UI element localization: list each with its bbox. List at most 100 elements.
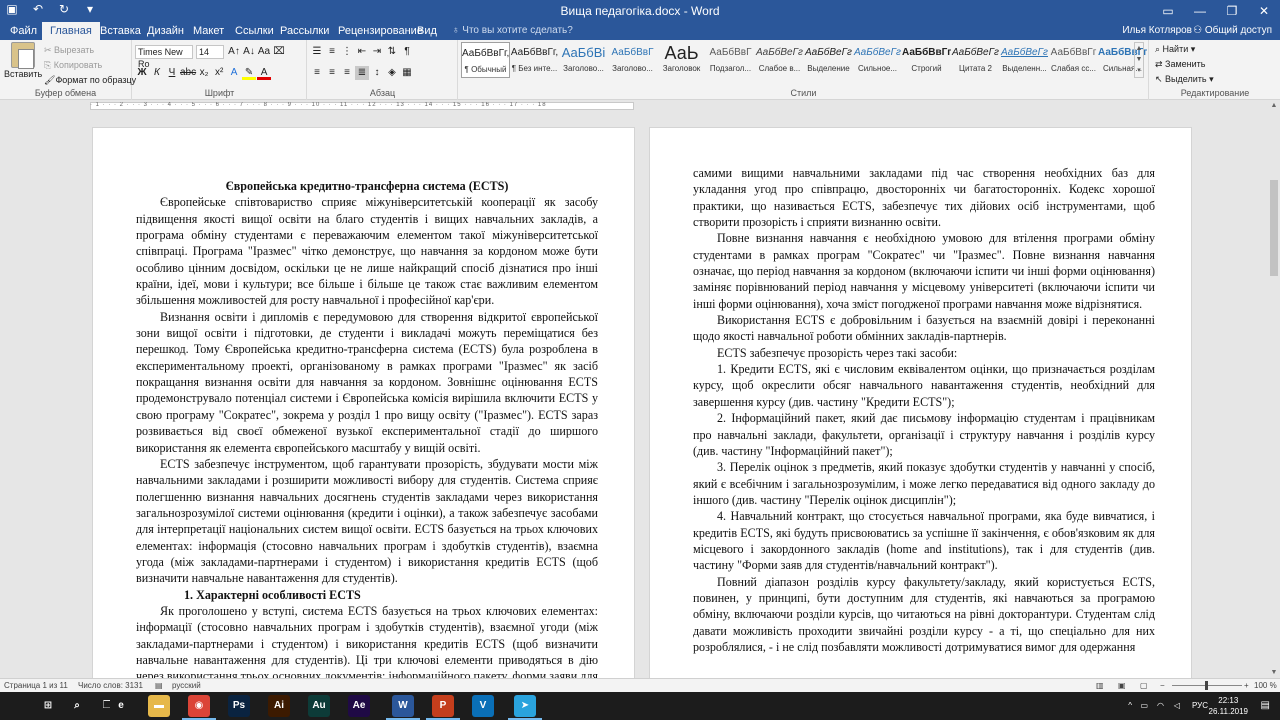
font-name-box[interactable]: Times New Ro [135, 45, 193, 69]
notifications-icon[interactable]: ▤ [1261, 700, 1270, 711]
style-intense-quote[interactable]: АаБбВеГг Выделенн... [1000, 42, 1049, 78]
strikethrough-button[interactable]: abc [180, 66, 196, 80]
change-case-icon[interactable]: Aa [257, 45, 271, 59]
telegram-icon[interactable]: ➤ [514, 695, 536, 717]
user-name[interactable]: Илья Котляров [1122, 25, 1192, 36]
tab-home[interactable]: Главная [42, 22, 100, 40]
copy-button[interactable]: ⎘ Копировать [44, 58, 136, 73]
tab-review[interactable]: Рецензирование [338, 25, 423, 37]
paste-button[interactable]: Вставить [4, 42, 42, 79]
chevron-up-icon[interactable]: ^ [1128, 701, 1132, 710]
zoom-slider-thumb[interactable] [1205, 681, 1208, 690]
grow-font-icon[interactable]: A↑ [227, 45, 241, 59]
edge-icon[interactable]: e [110, 695, 132, 717]
italic-button[interactable]: К [150, 66, 164, 80]
tell-me-box[interactable]: ♁ Что вы хотите сделать? [452, 25, 573, 36]
align-right-icon[interactable]: ≡ [340, 66, 354, 80]
subscript-button[interactable]: x₂ [197, 66, 211, 80]
shading-icon[interactable]: ◈ [385, 66, 399, 80]
restore-icon[interactable]: ❐ [1216, 0, 1248, 22]
word-count[interactable]: Число слов: 3131 [78, 681, 143, 690]
photoshop-icon[interactable]: Ps [228, 695, 250, 717]
underline-button[interactable]: Ч [165, 66, 179, 80]
input-language[interactable]: РУС [1192, 701, 1208, 710]
search-icon[interactable]: ⌕ [66, 695, 88, 717]
clock[interactable]: 22:13 26.11.2019 [1209, 695, 1248, 717]
ribbon-options-icon[interactable]: ▭ [1152, 0, 1184, 22]
style-quote-2[interactable]: АаБбВеГг Цитата 2 [951, 42, 1000, 78]
shrink-font-icon[interactable]: A↓ [242, 45, 256, 59]
share-button[interactable]: ⚇ Общий доступ [1193, 25, 1272, 36]
bullets-icon[interactable]: ☰ [310, 45, 324, 59]
find-button[interactable]: ⌕ Найти ▾ [1155, 42, 1214, 57]
font-size-box[interactable]: 14 [196, 45, 224, 59]
borders-icon[interactable]: ▦ [400, 66, 414, 80]
format-painter-button[interactable]: 🖌Формат по образцу [44, 73, 136, 88]
chevron-up-icon[interactable]: ▲ [1135, 43, 1143, 54]
chrome-icon[interactable]: ◉ [188, 695, 210, 717]
superscript-button[interactable]: x² [212, 66, 226, 80]
tab-design[interactable]: Дизайн [147, 25, 184, 37]
style-intense-emphasis[interactable]: АаБбВеГг Сильное... [853, 42, 902, 78]
file-explorer-icon[interactable]: ▬ [148, 695, 170, 717]
horizontal-ruler[interactable]: · 1 · · · 2 · · · 3 · · · 4 · · · 5 · · … [0, 100, 1280, 112]
tab-insert[interactable]: Вставка [100, 25, 141, 37]
style-subtle-reference[interactable]: АаБбВвГг Слабая сс... [1049, 42, 1098, 78]
style-strong[interactable]: АаБбВвГг, Строгий [902, 42, 951, 78]
style-normal[interactable]: АаБбВвГг, ¶ Обычный [461, 42, 510, 78]
scroll-down-icon[interactable]: ▼ [1268, 669, 1280, 676]
style-heading-1[interactable]: АаБбВі Заголово... [559, 42, 608, 78]
style-no-spacing[interactable]: АаБбВвГг, ¶ Без инте... [510, 42, 559, 78]
zoom-level[interactable]: 100 % [1254, 681, 1277, 690]
style-subtitle[interactable]: АаБбВвГ Подзагол... [706, 42, 755, 78]
minimize-icon[interactable]: — [1184, 0, 1216, 22]
audition-icon[interactable]: Au [308, 695, 330, 717]
document-area[interactable]: Європейська кредитно-трансферна система … [0, 112, 1268, 678]
tab-layout[interactable]: Макет [193, 25, 224, 37]
close-icon[interactable]: ✕ [1248, 0, 1280, 22]
scroll-up-icon[interactable]: ▲ [1268, 102, 1280, 109]
style-subtle-emphasis[interactable]: АаБбВеГг Слабое в... [755, 42, 804, 78]
increase-indent-icon[interactable]: ⇥ [370, 45, 384, 59]
styles-scroll[interactable]: ▲ ▼ ▾ [1134, 42, 1144, 78]
vertical-scrollbar[interactable]: ▲ ▼ [1268, 100, 1280, 678]
highlight-icon[interactable]: ✎ [242, 66, 257, 80]
print-layout-icon[interactable]: ▣ [1118, 681, 1126, 690]
cut-button[interactable]: ✂ Вырезать [44, 43, 136, 58]
read-mode-icon[interactable]: ▥ [1096, 681, 1104, 690]
align-left-icon[interactable]: ≡ [310, 66, 324, 80]
align-center-icon[interactable]: ≡ [325, 66, 339, 80]
visual-studio-icon[interactable]: V [472, 695, 494, 717]
line-spacing-icon[interactable]: ↕ [370, 66, 384, 80]
illustrator-icon[interactable]: Ai [268, 695, 290, 717]
scroll-thumb[interactable] [1270, 180, 1278, 276]
page-2[interactable]: самими вищими навчальними закладами під … [649, 127, 1192, 678]
powerpoint-icon[interactable]: P [432, 695, 454, 717]
tab-references[interactable]: Ссылки [235, 25, 274, 37]
tab-view[interactable]: Вид [417, 25, 437, 37]
decrease-indent-icon[interactable]: ⇤ [355, 45, 369, 59]
volume-icon[interactable]: ◁ [1174, 701, 1180, 710]
wifi-icon[interactable]: ◠ [1157, 701, 1164, 710]
justify-icon[interactable]: ≣ [355, 66, 369, 80]
text-effects-icon[interactable]: A [227, 66, 241, 80]
word-icon[interactable]: W [392, 695, 414, 717]
zoom-in-icon[interactable]: + [1244, 681, 1249, 690]
language[interactable]: русский [172, 681, 201, 690]
pilcrow-icon[interactable]: ¶ [400, 45, 414, 59]
bold-button[interactable]: Ж [135, 66, 149, 80]
clear-format-icon[interactable]: ⌧ [272, 45, 286, 59]
more-styles-icon[interactable]: ▾ [1135, 65, 1143, 76]
multilevel-list-icon[interactable]: ⋮ [340, 45, 354, 59]
web-layout-icon[interactable]: ▢ [1140, 681, 1148, 690]
numbering-icon[interactable]: ≡ [325, 45, 339, 59]
style-emphasis[interactable]: АаБбВеГг Выделение [804, 42, 853, 78]
page-count[interactable]: Страница 1 из 11 [4, 681, 68, 690]
proofing-icon[interactable]: ▤ [155, 681, 163, 690]
style-heading-2[interactable]: АаБбВвГ Заголово... [608, 42, 657, 78]
font-color-icon[interactable]: A [257, 66, 272, 80]
zoom-out-icon[interactable]: − [1160, 681, 1165, 690]
tab-file[interactable]: Файл [10, 25, 37, 37]
page-1[interactable]: Європейська кредитно-трансферна система … [92, 127, 635, 678]
sort-icon[interactable]: ⇅ [385, 45, 399, 59]
